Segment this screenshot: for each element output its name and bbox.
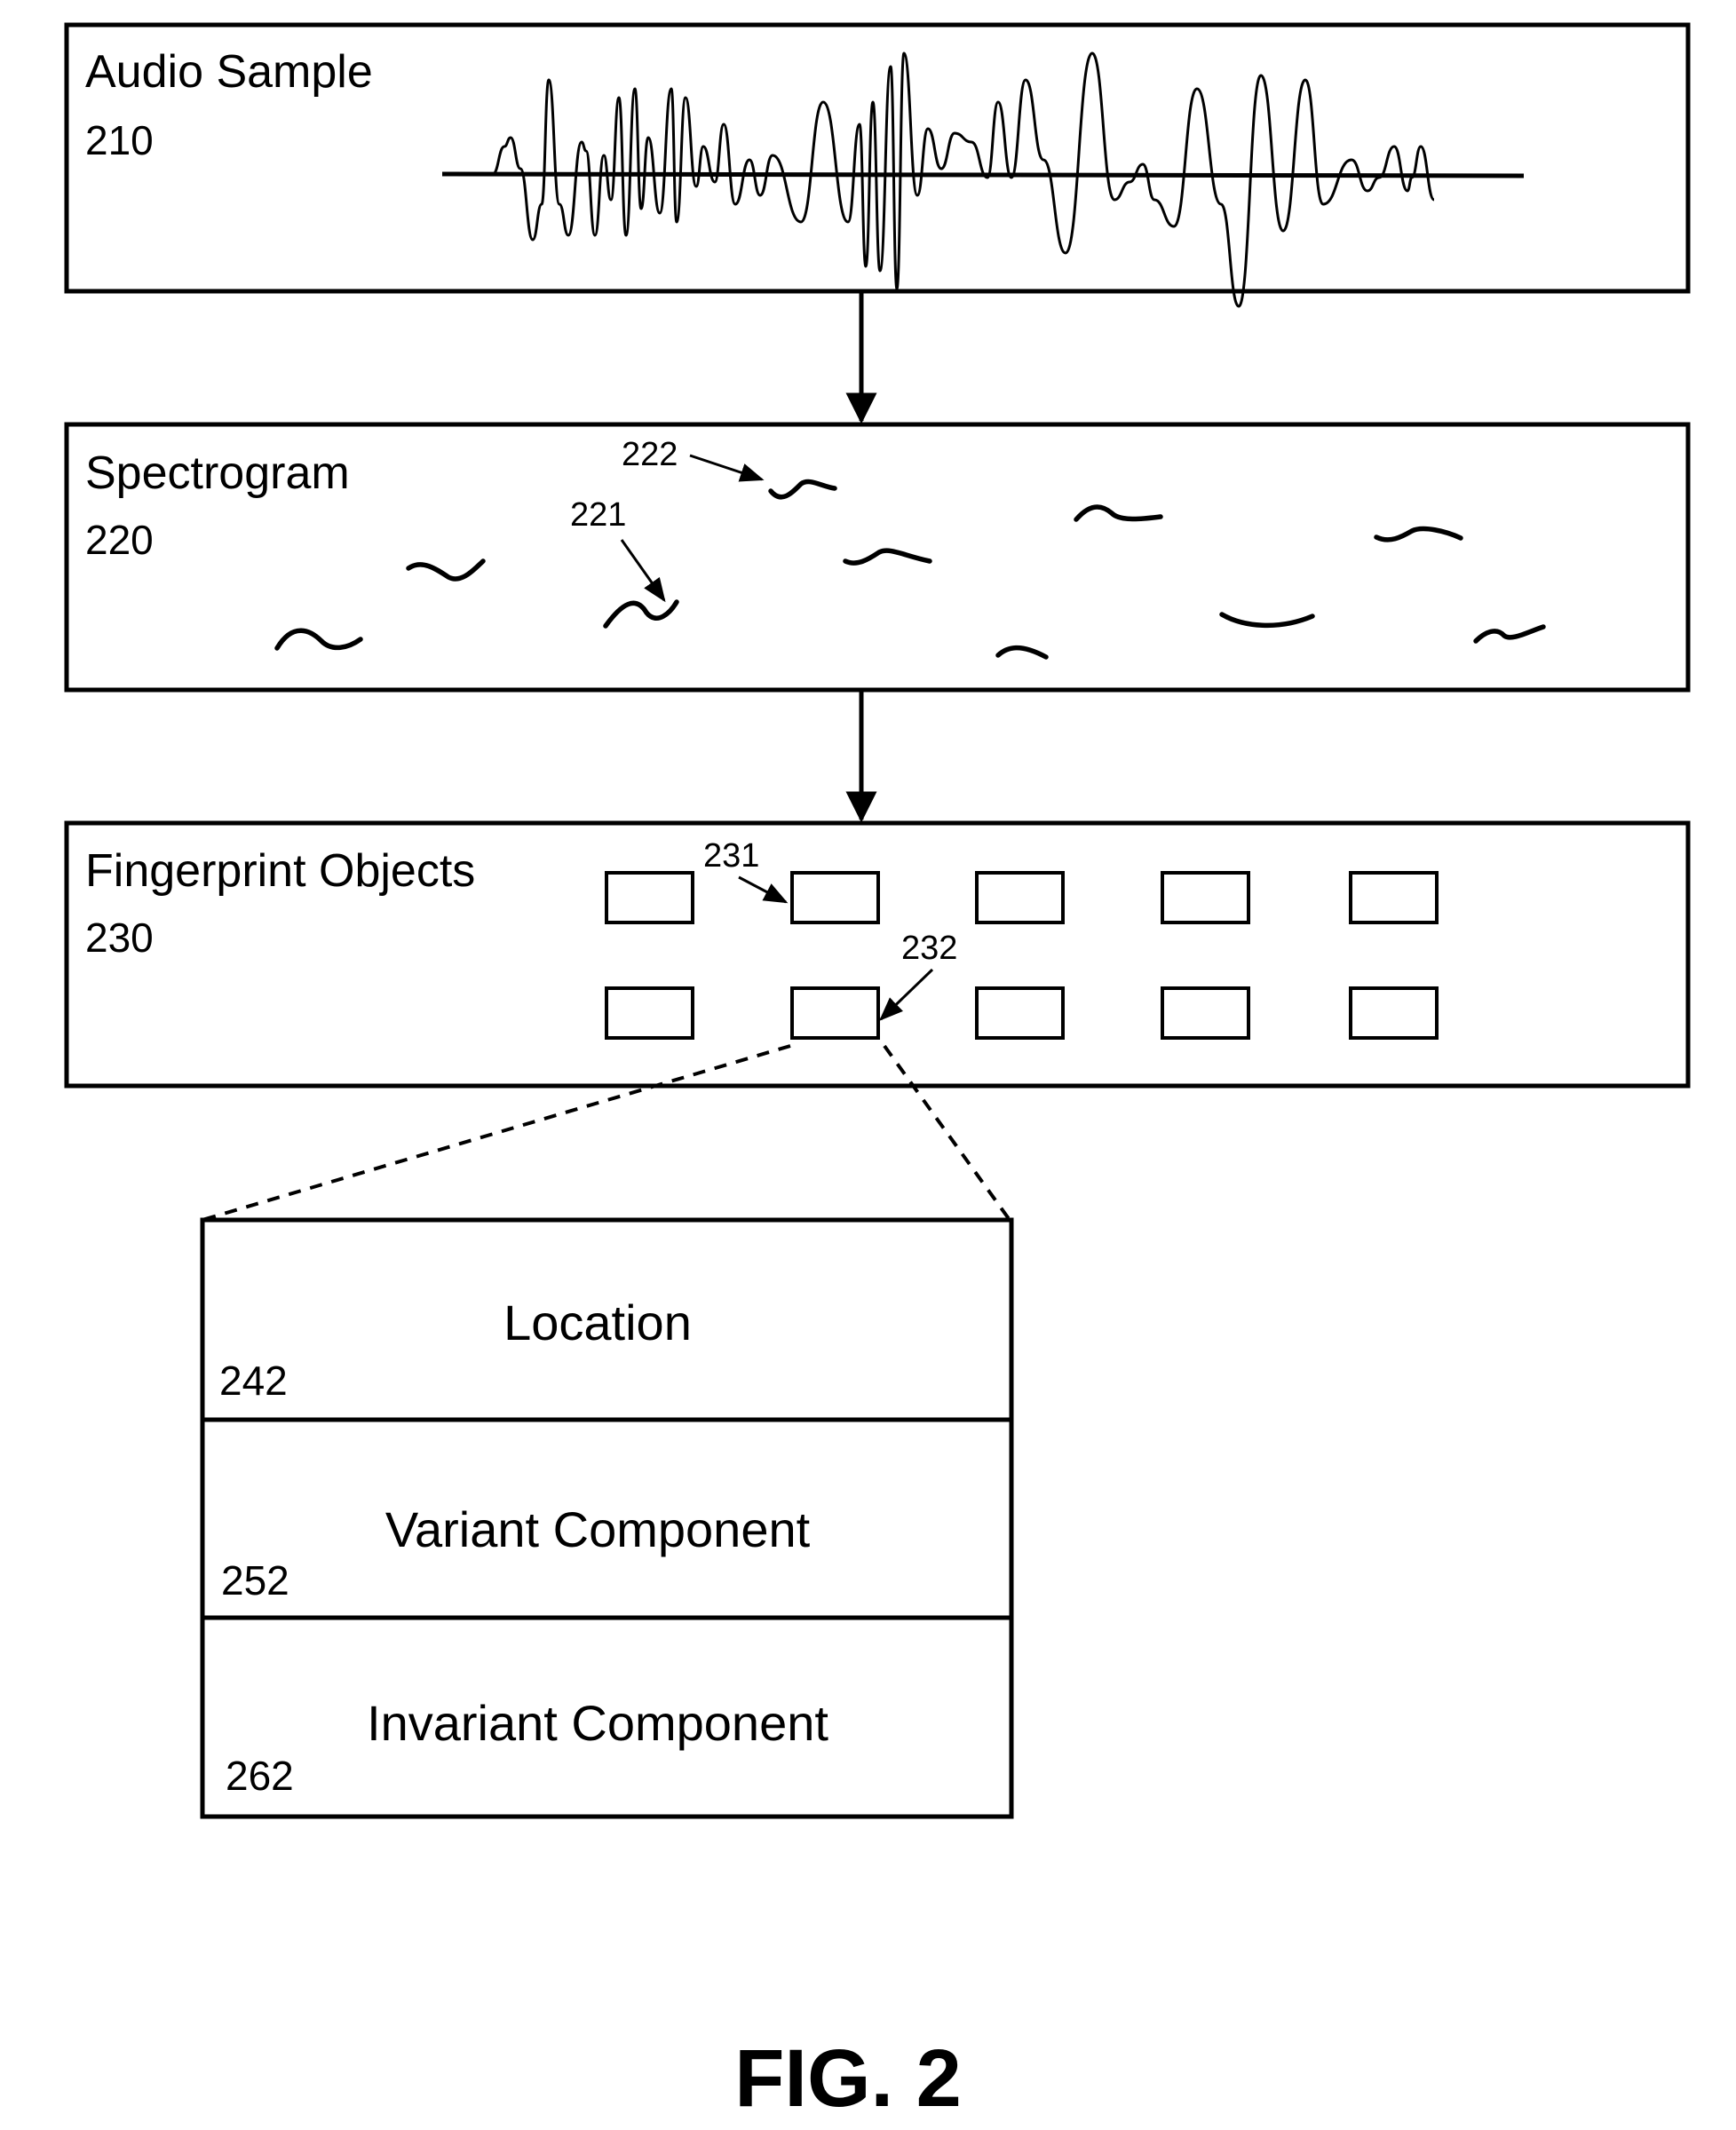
callout-231-label: 231 — [703, 837, 759, 875]
field-variant-label: Variant Component — [385, 1501, 811, 1557]
fingerprint-object — [1161, 871, 1250, 924]
fingerprint-object — [975, 986, 1065, 1040]
callout-221-label: 221 — [570, 496, 626, 534]
fingerprint-object-232 — [790, 986, 880, 1040]
field-location-label: Location — [503, 1295, 692, 1350]
fingerprint-object-231 — [790, 871, 880, 924]
callout-232-label: 232 — [901, 930, 957, 967]
audio-sample-ref: 210 — [85, 117, 154, 163]
field-location-ref: 242 — [219, 1358, 288, 1404]
fingerprint-object-detail: Location 242 Variant Component 252 Invar… — [200, 1217, 1014, 1819]
audio-sample-box: Audio Sample 210 — [64, 22, 1691, 308]
fingerprint-objects-title: Fingerprint Objects — [85, 845, 475, 897]
fingerprint-object — [975, 871, 1065, 924]
fingerprint-object — [1161, 986, 1250, 1040]
spectrogram-ref: 220 — [85, 517, 154, 563]
fingerprint-objects-ref: 230 — [85, 915, 154, 961]
fingerprint-object — [1349, 871, 1439, 924]
field-variant-ref: 252 — [221, 1557, 289, 1603]
spectrogram-box: Spectrogram 220 222 221 — [64, 422, 1691, 693]
fingerprint-objects-box: Fingerprint Objects 230 231 232 — [64, 820, 1691, 1089]
figure-caption: FIG. 2 — [734, 2033, 962, 2124]
spectrogram-title: Spectrogram — [85, 447, 350, 499]
audio-sample-title: Audio Sample — [85, 46, 373, 98]
fig2-diagram: Audio Sample 210 Spectrogram 220 222 221 — [64, 22, 1691, 2124]
fingerprint-object — [1349, 986, 1439, 1040]
callout-222-label: 222 — [622, 436, 678, 473]
fingerprint-object — [605, 986, 694, 1040]
fingerprint-object — [605, 871, 694, 924]
field-invariant-ref: 262 — [226, 1753, 294, 1799]
field-invariant-label: Invariant Component — [367, 1695, 828, 1751]
